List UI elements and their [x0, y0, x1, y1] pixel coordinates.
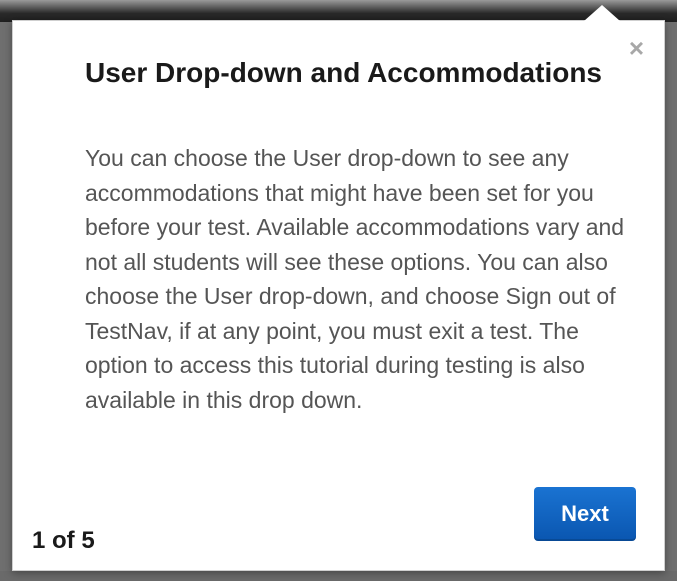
popover-title: User Drop-down and Accommodations [85, 57, 603, 88]
tutorial-popover: × User Drop-down and Accommodations You … [12, 5, 665, 571]
popover-pointer [584, 5, 620, 21]
popover-body-text: You can choose the User drop-down to see… [85, 145, 625, 413]
background-toolbar [0, 0, 677, 22]
step-counter: 1 of 5 [32, 527, 95, 554]
background-bottom [0, 571, 677, 581]
background-right [665, 22, 677, 581]
close-icon[interactable]: × [629, 35, 644, 61]
next-button[interactable]: Next [534, 487, 636, 541]
background-left [0, 22, 12, 581]
